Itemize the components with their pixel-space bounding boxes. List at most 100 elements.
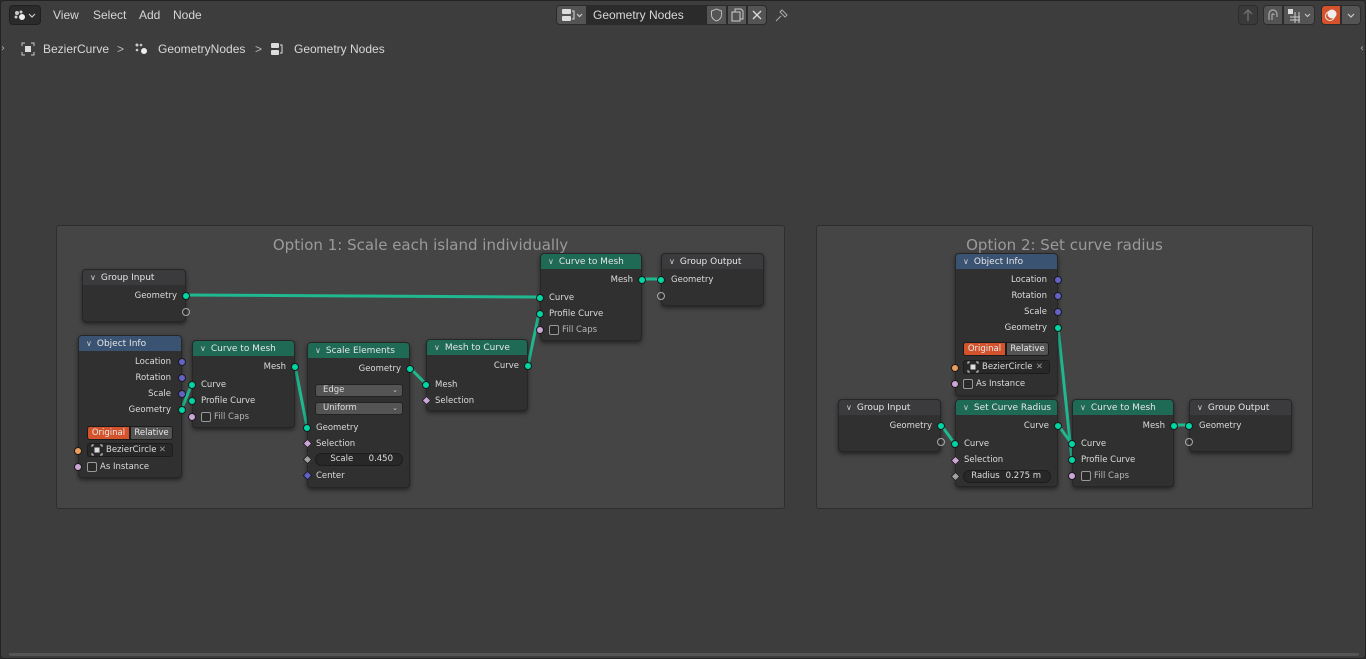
- node-set-curve-radius[interactable]: ∨ Set Curve Radius Curve Curve Selection…: [950, 399, 1062, 487]
- node-header[interactable]: ∨ Curve to Mesh: [1073, 400, 1173, 415]
- input-socket-profile-curve[interactable]: [188, 397, 196, 405]
- fill-caps-checkbox[interactable]: [1081, 471, 1091, 481]
- input-socket-fill-caps[interactable]: [536, 326, 544, 334]
- input-socket-fill-caps[interactable]: [188, 413, 196, 421]
- original-toggle[interactable]: Original: [87, 426, 130, 440]
- snap-element-dropdown[interactable]: [1283, 5, 1315, 25]
- output-socket-geometry[interactable]: [406, 365, 414, 373]
- menu-node[interactable]: Node: [173, 5, 202, 25]
- output-socket-geometry[interactable]: [182, 292, 190, 300]
- unlink-button[interactable]: [747, 5, 767, 25]
- node-header[interactable]: ∨ Curve to Mesh: [541, 254, 641, 269]
- input-socket-geometry[interactable]: [303, 424, 311, 432]
- input-socket-empty[interactable]: [1185, 438, 1193, 446]
- output-socket-geometry[interactable]: [178, 406, 186, 414]
- object-field[interactable]: BezierCircle ✕: [963, 360, 1050, 374]
- output-socket-mesh[interactable]: [291, 363, 299, 371]
- output-socket-empty[interactable]: [937, 438, 945, 446]
- collapse-chevron-icon[interactable]: ∨: [846, 400, 854, 415]
- input-socket-as-instance[interactable]: [74, 463, 82, 471]
- output-socket-scale[interactable]: [1054, 308, 1062, 316]
- output-socket-empty[interactable]: [182, 308, 190, 316]
- editor-type-button[interactable]: [9, 5, 41, 25]
- duplicate-button[interactable]: [727, 5, 747, 25]
- snap-toggle-button[interactable]: [1263, 5, 1283, 25]
- node-object-info[interactable]: ∨ Object Info Location Rotation Scale Ge…: [951, 253, 1062, 396]
- original-toggle[interactable]: Original: [963, 342, 1006, 356]
- radius-field[interactable]: Radius 0.275 m: [963, 470, 1051, 483]
- input-socket-curve[interactable]: [536, 294, 544, 302]
- clear-object-icon[interactable]: ✕: [1036, 361, 1043, 373]
- node-header[interactable]: ∨ Mesh to Curve: [427, 340, 527, 355]
- horizontal-scrollbar[interactable]: [9, 653, 1359, 656]
- input-socket-geometry[interactable]: [1185, 422, 1193, 430]
- input-socket-geometry[interactable]: [657, 276, 665, 284]
- node-header[interactable]: ∨ Curve to Mesh: [193, 341, 294, 356]
- node-header[interactable]: ∨ Object Info: [956, 254, 1057, 269]
- menu-select[interactable]: Select: [93, 5, 126, 25]
- input-socket-curve[interactable]: [1068, 440, 1076, 448]
- node-object-info[interactable]: ∨ Object Info Location Rotation Scale Ge…: [74, 335, 186, 478]
- collapse-chevron-icon[interactable]: ∨: [669, 254, 677, 269]
- output-socket-geometry[interactable]: [1054, 324, 1062, 332]
- output-socket-rotation[interactable]: [178, 374, 186, 382]
- domain-dropdown[interactable]: Edge ⌄: [315, 384, 403, 397]
- scale-mode-dropdown[interactable]: Uniform ⌄: [315, 402, 403, 415]
- node-header[interactable]: ∨ Group Input: [839, 400, 940, 415]
- scale-field[interactable]: Scale 0.450: [315, 453, 403, 466]
- output-socket-scale[interactable]: [178, 390, 186, 398]
- node-group-input[interactable]: ∨ Group Input Geometry: [838, 399, 945, 452]
- node-group-output[interactable]: ∨ Group Output Geometry: [1185, 399, 1292, 452]
- input-socket-profile-curve[interactable]: [536, 310, 544, 318]
- node-header[interactable]: ∨ Group Input: [83, 270, 185, 285]
- input-socket-empty[interactable]: [657, 292, 665, 300]
- toolbar-expand-arrow[interactable]: ›: [1, 43, 7, 55]
- collapse-chevron-icon[interactable]: ∨: [315, 343, 323, 358]
- output-socket-curve[interactable]: [524, 362, 532, 370]
- input-socket-fill-caps[interactable]: [1068, 472, 1076, 480]
- collapse-chevron-icon[interactable]: ∨: [90, 270, 98, 285]
- object-field[interactable]: BezierCircle ✕: [87, 443, 173, 457]
- input-socket-curve[interactable]: [951, 440, 959, 448]
- input-socket-curve[interactable]: [188, 381, 196, 389]
- node-group-input[interactable]: ∨ Group Input Geometry: [82, 269, 190, 322]
- output-socket-mesh[interactable]: [1170, 422, 1178, 430]
- output-socket-geometry[interactable]: [937, 422, 945, 430]
- input-socket-profile-curve[interactable]: [1068, 456, 1076, 464]
- output-socket-location[interactable]: [1054, 276, 1062, 284]
- collapse-chevron-icon[interactable]: ∨: [1080, 400, 1088, 415]
- overlays-toggle-button[interactable]: [1321, 5, 1341, 25]
- node-curve-to-mesh[interactable]: ∨ Curve to Mesh Mesh Curve Profile Curve…: [188, 340, 299, 428]
- output-socket-location[interactable]: [178, 358, 186, 366]
- node-mesh-to-curve[interactable]: ∨ Mesh to Curve Curve Mesh Selection: [421, 339, 532, 411]
- fill-caps-checkbox[interactable]: [201, 412, 211, 422]
- fill-caps-checkbox[interactable]: [549, 325, 559, 335]
- input-socket-object[interactable]: [74, 447, 82, 455]
- clear-object-icon[interactable]: ✕: [159, 444, 166, 456]
- menu-add[interactable]: Add: [139, 5, 160, 25]
- collapse-chevron-icon[interactable]: ∨: [1197, 400, 1205, 415]
- sidebar-expand-arrow[interactable]: ‹: [1360, 43, 1365, 55]
- collapse-chevron-icon[interactable]: ∨: [548, 254, 556, 269]
- node-header[interactable]: ∨ Group Output: [662, 254, 763, 269]
- node-curve-to-mesh[interactable]: ∨ Curve to Mesh Mesh Curve Profile Curve…: [1068, 399, 1178, 487]
- relative-toggle[interactable]: Relative: [130, 426, 173, 440]
- frame-option-2[interactable]: Option 2: Set curve radius: [816, 225, 1313, 509]
- as-instance-checkbox[interactable]: [963, 379, 973, 389]
- collapse-chevron-icon[interactable]: ∨: [86, 336, 94, 351]
- collapse-chevron-icon[interactable]: ∨: [963, 400, 971, 415]
- pin-button[interactable]: [772, 5, 792, 25]
- input-socket-mesh[interactable]: [422, 381, 430, 389]
- node-header[interactable]: ∨ Set Curve Radius: [956, 400, 1057, 415]
- output-socket-rotation[interactable]: [1054, 292, 1062, 300]
- input-socket-as-instance[interactable]: [951, 380, 959, 388]
- node-header[interactable]: ∨ Group Output: [1190, 400, 1291, 415]
- as-instance-checkbox[interactable]: [87, 462, 97, 472]
- menu-view[interactable]: View: [53, 5, 79, 25]
- node-header[interactable]: ∨ Object Info: [79, 336, 181, 351]
- fake-user-button[interactable]: [706, 5, 727, 25]
- node-tree-name-field[interactable]: Geometry Nodes: [587, 5, 706, 25]
- output-socket-curve[interactable]: [1054, 422, 1062, 430]
- collapse-chevron-icon[interactable]: ∨: [434, 340, 442, 355]
- output-socket-mesh[interactable]: [638, 276, 646, 284]
